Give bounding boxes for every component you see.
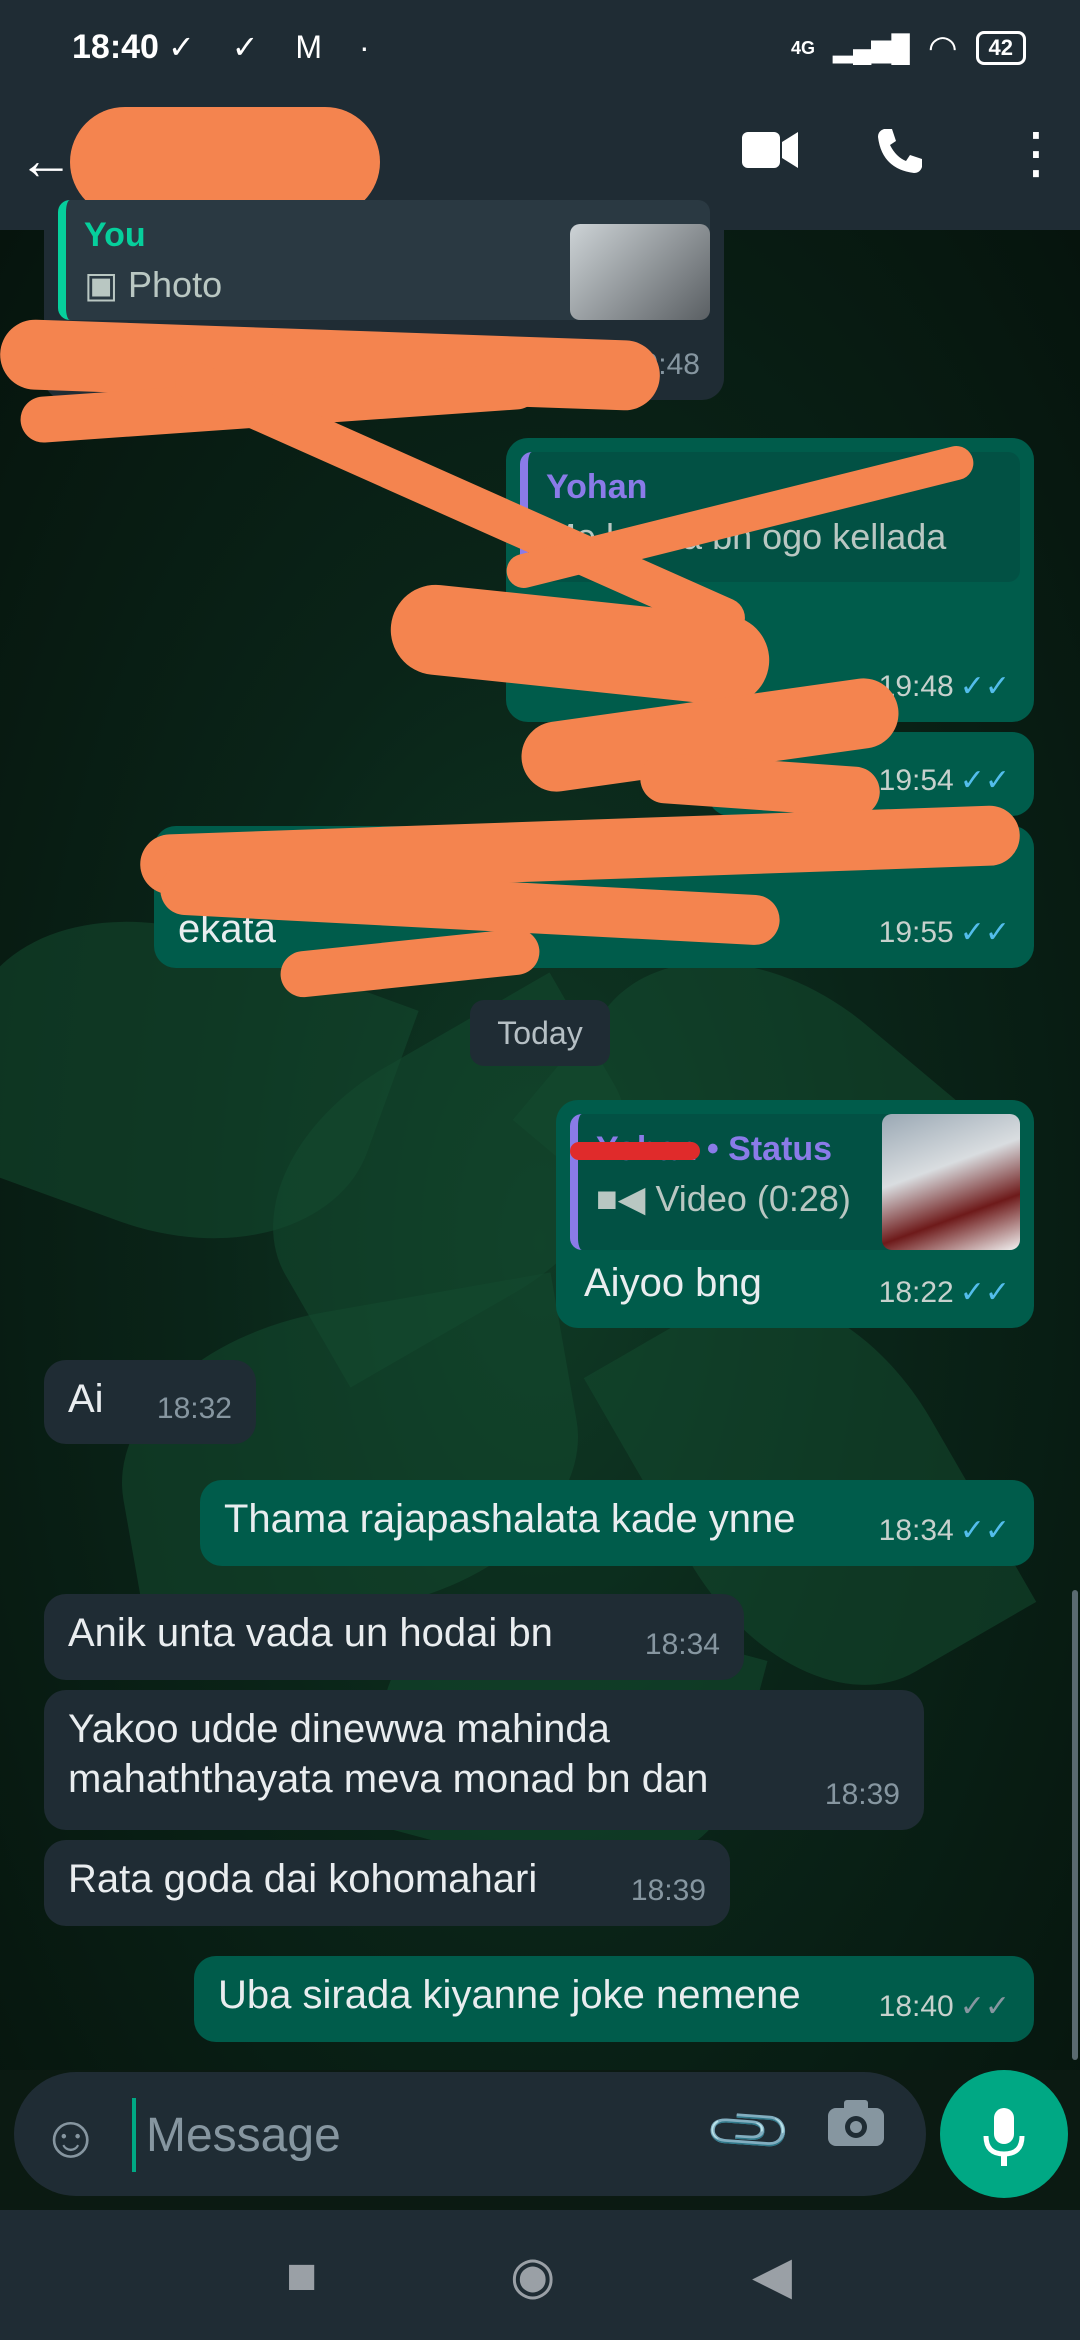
read-ticks-icon: ✓✓	[959, 670, 1010, 703]
message-time: 18:32	[156, 1392, 232, 1425]
date-divider: Today	[470, 1000, 610, 1066]
status-bar: 18:40 ✓ ✓ M · 4G ▂▄▆█ ◠ 42	[0, 0, 1080, 95]
more-vert-icon[interactable]: ⋮	[1008, 125, 1064, 181]
status-time: 18:40	[72, 28, 159, 66]
read-ticks-icon: ✓✓	[959, 916, 1010, 949]
message-bubble[interactable]: Uba sirada kiyanne joke nemene 18:40 ✓✓	[194, 1956, 1034, 2042]
message-bubble[interactable]: Rata goda dai kohomahari 18:39	[44, 1840, 730, 1926]
message-time: 19:48 ✓✓	[878, 670, 1010, 703]
video-icon: ■◀	[596, 1178, 656, 1219]
message-bubble[interactable]: Yohan • Status ■◀ Video (0:28) Aiyoo bng…	[556, 1100, 1034, 1328]
phone-icon[interactable]	[872, 125, 924, 190]
message-time: 18:39	[824, 1778, 900, 1811]
mic-button[interactable]	[940, 2070, 1068, 2198]
message-bubble[interactable]: Yakoo udde dinewwa mahinda mahaththayata…	[44, 1690, 924, 1830]
message-bubble[interactable]: Thama rajapashalata kade ynne 18:34 ✓✓	[200, 1480, 1034, 1566]
back-nav-icon[interactable]: ◀	[752, 2246, 792, 2306]
mic-icon	[983, 2108, 1025, 2167]
scrollbar[interactable]	[1072, 1590, 1078, 2060]
message-time: 19:55 ✓✓	[878, 916, 1010, 949]
wifi-icon: ◠	[927, 29, 958, 67]
message-bubble[interactable]: Ai 18:32	[44, 1360, 256, 1444]
message-time: 18:34	[644, 1628, 720, 1661]
message-time: 19:54 ✓✓	[878, 764, 1010, 797]
message-text-line: mahaththayata meva monad bn dan	[68, 1757, 709, 1801]
read-ticks-icon: ✓✓	[959, 1514, 1010, 1547]
message-time: 18:40 ✓✓	[878, 1990, 1010, 2023]
read-ticks-icon: ✓✓	[959, 1276, 1010, 1309]
camera-icon[interactable]	[826, 2096, 886, 2161]
message-time: 18:22 ✓✓	[878, 1276, 1010, 1309]
message-bubble[interactable]: Anik unta vada un hodai bn 18:34	[44, 1594, 744, 1680]
photo-thumbnail[interactable]	[570, 224, 710, 320]
home-icon[interactable]: ◉	[510, 2246, 555, 2306]
message-time: 18:39	[630, 1874, 706, 1907]
signal-icon: ▂▄▆█	[833, 32, 910, 63]
system-nav-bar: ■ ◉ ◀	[0, 2210, 1080, 2340]
network-label: 4G	[790, 37, 815, 58]
recents-icon[interactable]: ■	[286, 2246, 317, 2306]
message-text: Ai	[68, 1377, 104, 1421]
photo-icon: ▣	[84, 264, 129, 305]
video-thumbnail[interactable]	[882, 1114, 1020, 1250]
battery-icon: 42	[975, 31, 1026, 65]
delivered-ticks-icon: ✓✓	[959, 1990, 1010, 2023]
message-text: Thama rajapashalata kade ynne	[224, 1497, 796, 1541]
message-text: Anik unta vada un hodai bn	[68, 1611, 553, 1655]
message-composer: ☺ 📎	[14, 2072, 926, 2196]
arrow-left-icon[interactable]: ←	[18, 127, 74, 192]
emoji-icon[interactable]: ☺	[40, 2102, 101, 2171]
notification-icons: ✓ ✓ M ·	[168, 29, 384, 65]
leaf-decoration	[97, 1272, 603, 1648]
message-text: Aiyoo bng	[584, 1261, 762, 1305]
message-time: 18:34 ✓✓	[878, 1514, 1010, 1547]
paperclip-icon[interactable]: 📎	[701, 2083, 797, 2179]
read-ticks-icon: ✓✓	[959, 764, 1010, 797]
quote-text: ■◀ Video (0:28)	[596, 1178, 851, 1219]
videocam-icon[interactable]	[740, 125, 800, 185]
message-text-line: Yakoo udde dinewwa mahinda	[68, 1707, 610, 1751]
message-input[interactable]	[132, 2098, 708, 2172]
status-right: 4G ▂▄▆█ ◠ 42	[791, 28, 1026, 68]
message-text: Rata goda dai kohomahari	[68, 1857, 538, 1901]
redaction-scribble	[570, 1142, 700, 1160]
message-text: Uba sirada kiyanne joke nemene	[218, 1973, 801, 2017]
